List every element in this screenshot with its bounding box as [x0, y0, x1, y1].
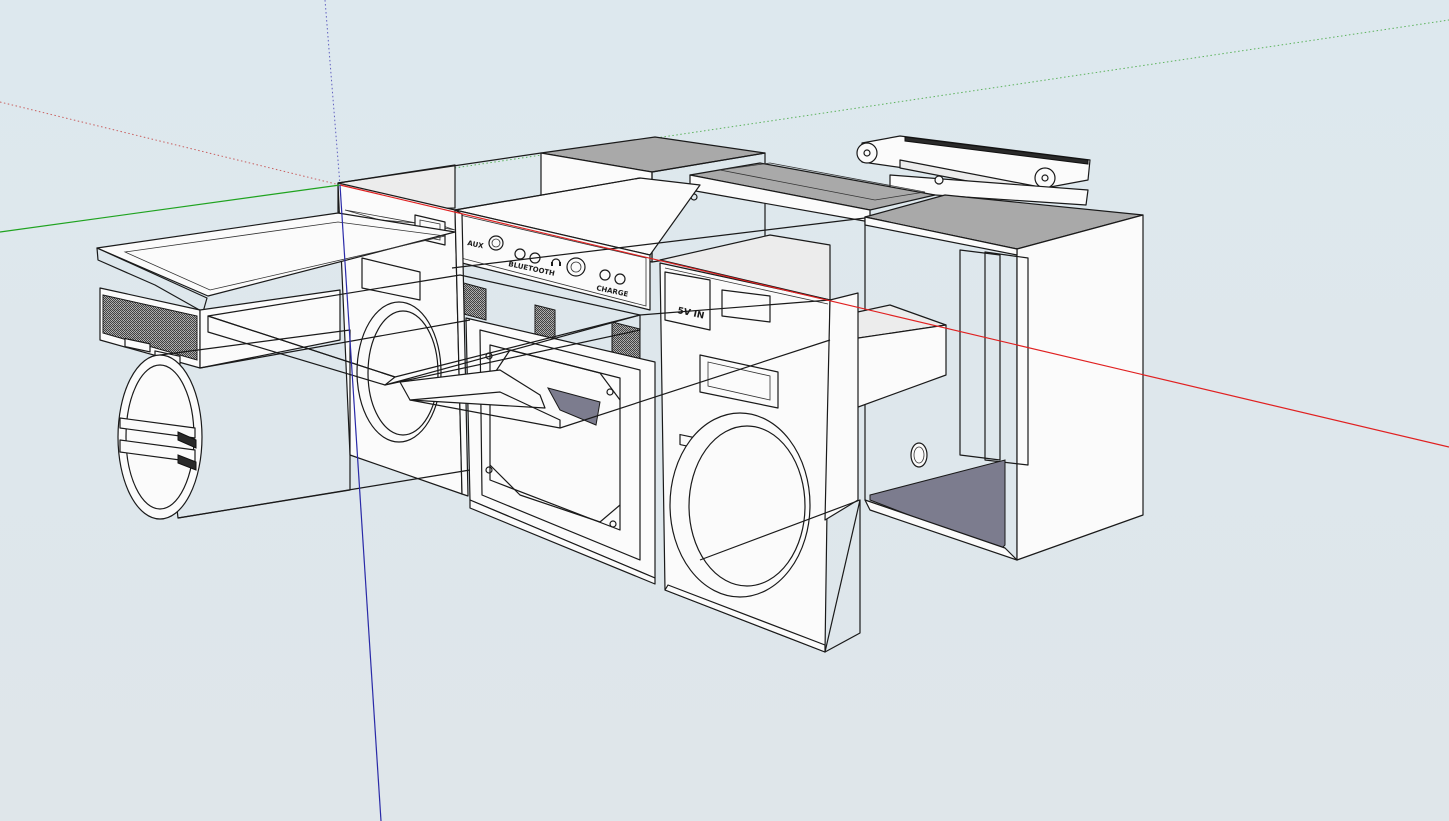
left-appliance[interactable] — [337, 164, 469, 497]
sketchup-viewport[interactable]: AUX BLUETOOTH CHARGE 5V IN — [0, 0, 1449, 821]
model-canvas[interactable]: AUX BLUETOOTH CHARGE 5V IN — [0, 0, 1449, 821]
